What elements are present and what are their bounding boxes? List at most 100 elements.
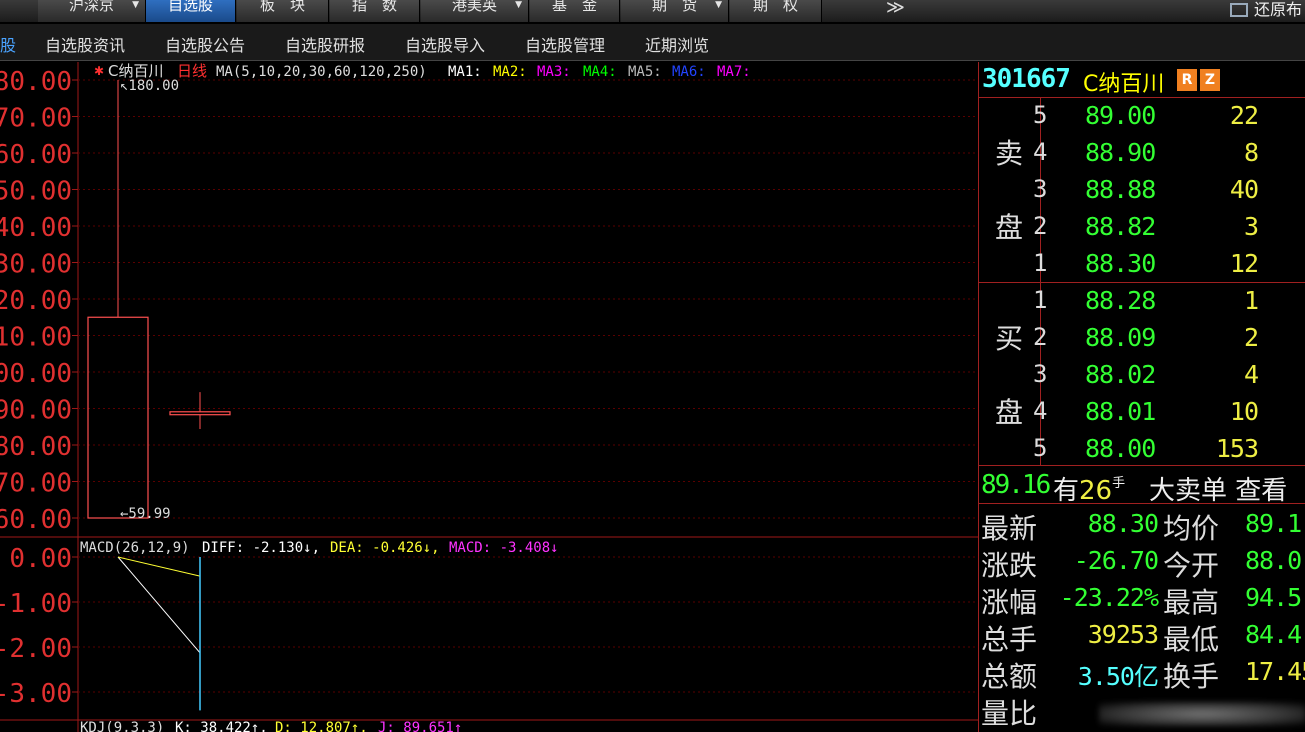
stat-row: 涨跌 -26.70 今开 88.0: [979, 542, 1305, 582]
legend-ma-label: MA3:: [537, 64, 571, 80]
buy-level-4[interactable]: 4 88.01 10: [1033, 394, 1305, 431]
big-sell-order-alert[interactable]: 89.16 有26手 大卖单 查看: [979, 466, 1305, 507]
kdj-d-label: D: 12.807↑,: [275, 720, 368, 732]
layout-icon: [1230, 3, 1248, 17]
buy-level-5[interactable]: 5 88.00 153: [1033, 431, 1305, 468]
low-annotation: ←59.99: [120, 506, 171, 522]
big-order-volume: 有26手: [1053, 470, 1125, 507]
sell-level-1[interactable]: 1 88.30 12: [1033, 246, 1305, 283]
level-price: 88.28: [1085, 286, 1156, 315]
level-volume: 3: [1243, 212, 1259, 241]
macd-dea-line: [117, 556, 201, 577]
big-order-lots: 26: [1079, 476, 1113, 506]
stat-value: 17.45: [1245, 657, 1305, 686]
level-volume: 1: [1243, 286, 1259, 315]
level-volume: 12: [1229, 249, 1259, 278]
buy-level-2[interactable]: 2 88.09 2: [1033, 320, 1305, 357]
buy-level-3[interactable]: 3 88.02 4: [1033, 357, 1305, 394]
legend-ma-label: MA7:: [717, 64, 751, 80]
stat-row: 总额 3.50亿换手 17.45: [979, 653, 1305, 693]
stat-label: 量比: [981, 697, 1038, 730]
submenu-item-stocks[interactable]: 股: [0, 32, 16, 56]
tab-futures[interactable]: 期 货 ▼: [621, 0, 729, 22]
level-price: 88.30: [1085, 249, 1156, 278]
legend-ma-params: MA(5,10,20,30,60,120,250): [216, 64, 427, 80]
level-price: 89.00: [1085, 101, 1156, 130]
stat-label: 总额: [981, 660, 1038, 693]
kline-chart-area[interactable]: 180.00 170.00 160.00 150.00 140.00 130.00 120.…: [0, 62, 978, 732]
tab-watchlist[interactable]: 自选股: [146, 0, 236, 22]
level-volume: 2: [1243, 323, 1259, 352]
buy-order-book: 买 盘 1 88.28 1 2 88.09 2 3 88.02 4 4 88.01 10 5 88.00 1…: [979, 283, 1305, 466]
high-annotation: ↖180.00: [120, 78, 179, 94]
price-tick-label: 110.00: [0, 323, 72, 353]
more-tabs-icon[interactable]: ≫: [886, 0, 905, 17]
stat-label: 最新: [981, 512, 1038, 545]
tab-shanghai-shenzhen-beijing[interactable]: 沪深京 ▼: [38, 0, 146, 22]
stat-value: 89.1: [1245, 509, 1302, 538]
stock-code: 301667: [982, 64, 1071, 94]
stock-name: C纳百川: [1083, 72, 1165, 97]
tab-hk-us-uk[interactable]: 港美英 ▼: [421, 0, 529, 22]
macd-value-label: MACD: -3.408↓: [449, 540, 559, 556]
stat-row: 最新 88.30 均价 89.1: [979, 505, 1305, 545]
stat-row: 总手 39253 最低 84.4: [979, 616, 1305, 656]
tab-funds[interactable]: 基 金: [530, 0, 620, 22]
level-number: 3: [1033, 360, 1048, 388]
big-order-view-link[interactable]: 大卖单 查看: [1149, 470, 1287, 507]
chart-canvas[interactable]: 180.00 170.00 160.00 150.00 140.00 130.00 120.…: [0, 62, 978, 732]
stat-label: 最高: [1163, 586, 1220, 619]
level-number: 5: [1033, 101, 1048, 129]
kdj-j-label: J: 89.651↑: [378, 720, 462, 732]
tab-options[interactable]: 期 权: [730, 0, 822, 22]
level-number: 3: [1033, 175, 1048, 203]
price-tick-label: 170.00: [0, 104, 72, 134]
stat-value: -26.70: [1073, 546, 1159, 575]
stat-value: 94.5: [1245, 583, 1302, 612]
level-price: 88.88: [1085, 175, 1156, 204]
submenu-item-announcements[interactable]: 自选股公告: [165, 32, 245, 56]
sell-level-5[interactable]: 5 89.00 22: [1033, 98, 1305, 135]
market-tab-bar: 沪深京 ▼ 自选股 板 块 指 数 港美英 ▼ 基 金 期 货 ▼ 期 权 ≫ …: [0, 0, 1305, 23]
tab-sectors[interactable]: 板 块: [237, 0, 329, 22]
submenu-item-recent[interactable]: 近期浏览: [645, 32, 709, 56]
level-volume: 4: [1243, 360, 1259, 389]
level-price: 88.82: [1085, 212, 1156, 241]
macd-diff-label: DIFF: -2.130↓,: [202, 540, 320, 556]
legend-ma-label: MA5:: [628, 64, 662, 80]
restore-label: 还原布: [1254, 0, 1303, 19]
submenu-item-research[interactable]: 自选股研报: [285, 32, 365, 56]
stat-label: 今开: [1163, 549, 1220, 582]
tab-label: 期 货: [651, 0, 697, 14]
level-number: 5: [1033, 434, 1048, 462]
submenu-item-import[interactable]: 自选股导入: [405, 32, 485, 56]
submenu-item-news[interactable]: 自选股资讯: [45, 32, 125, 56]
sell-level-3[interactable]: 3 88.88 40: [1033, 172, 1305, 209]
legend-ma-label: MA1:: [448, 64, 482, 80]
level-number: 1: [1033, 286, 1048, 314]
sell-level-2[interactable]: 2 88.82 3: [1033, 209, 1305, 246]
stat-label: 总手: [981, 623, 1038, 656]
submenu-item-manage[interactable]: 自选股管理: [525, 32, 605, 56]
macd-tick-label: -2.00: [0, 634, 72, 664]
level-price: 88.09: [1085, 323, 1156, 352]
buy-level-1[interactable]: 1 88.28 1: [1033, 283, 1305, 320]
stat-label: 均价: [1163, 512, 1220, 545]
buy-side-label: 买 盘: [979, 283, 1041, 465]
stat-value: 3.50亿: [1077, 662, 1159, 691]
sell-level-4[interactable]: 4 88.90 8: [1033, 135, 1305, 172]
stat-value: 88.0: [1245, 546, 1302, 575]
level-number: 4: [1033, 138, 1048, 166]
tab-indices[interactable]: 指 数: [330, 0, 420, 22]
price-tick-label: 120.00: [0, 286, 72, 316]
price-tick-label: 70.00: [0, 469, 72, 499]
dropdown-arrow-icon: ▼: [515, 0, 522, 10]
restore-layout-button[interactable]: 还原布: [1230, 1, 1302, 19]
price-tick-label: 130.00: [0, 250, 72, 280]
tab-label: 自选股: [167, 0, 213, 14]
stat-value: 84.4: [1245, 620, 1302, 649]
price-tick-label: 90.00: [0, 396, 72, 426]
blurred-region: [1099, 702, 1305, 726]
stat-label: 最低: [1163, 623, 1220, 656]
level-volume: 153: [1215, 434, 1259, 463]
